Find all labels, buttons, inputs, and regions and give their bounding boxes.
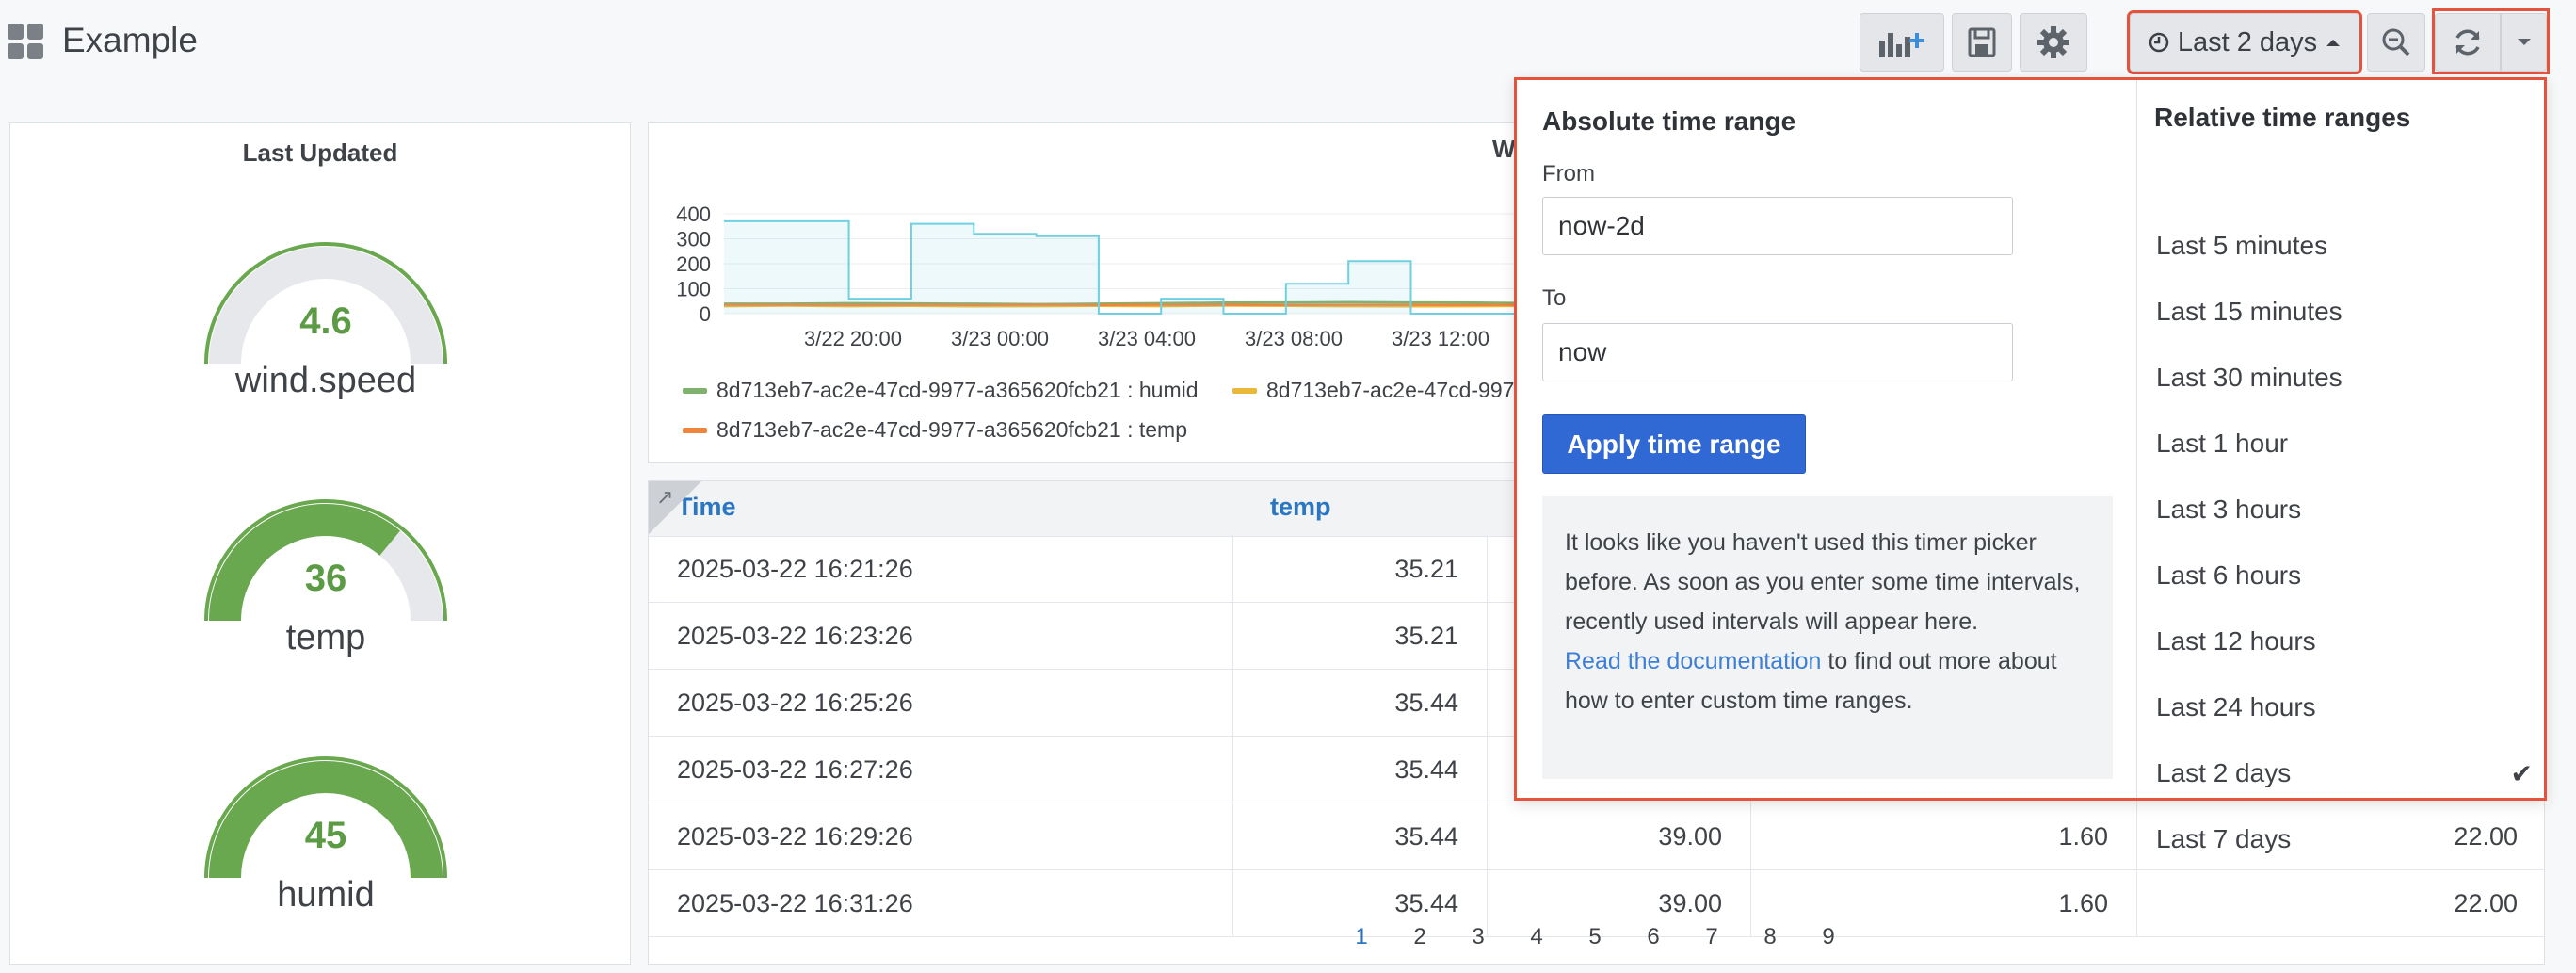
gauge-panel: Last Updated 4.6 wind.speed 36 temp 45 h…	[9, 122, 631, 965]
x-tick-label: 3/23 04:00	[1098, 327, 1196, 350]
table-cell: 35.21	[1232, 536, 1487, 602]
x-tick-label: 3/23 12:00	[1392, 327, 1489, 350]
table-cell: 2025-03-22 16:25:26	[677, 689, 913, 717]
page-link[interactable]: 8	[1741, 924, 1799, 950]
page-link[interactable]: 5	[1566, 924, 1624, 950]
relative-option[interactable]: Last 12 hours	[2156, 626, 2533, 657]
gauge-humid: 45 humid	[189, 713, 462, 915]
table-cell: 35.21	[1232, 603, 1487, 669]
page-link[interactable]: 6	[1624, 924, 1682, 950]
from-label: From	[1542, 161, 1595, 186]
table-cell: 35.44	[1232, 803, 1487, 869]
gauge-value: 4.6	[299, 300, 352, 342]
info-box: It looks like you haven't used this time…	[1542, 496, 2113, 779]
settings-button[interactable]	[2020, 13, 2087, 72]
legend-swatch	[1232, 387, 1257, 394]
y-tick-label: 400	[676, 203, 711, 226]
save-icon	[1968, 27, 1996, 57]
relative-option[interactable]: Last 6 hours	[2156, 560, 2533, 591]
absolute-heading: Absolute time range	[1542, 106, 1796, 136]
gauge-label: temp	[285, 618, 366, 657]
caret-down-icon	[2517, 39, 2531, 45]
documentation-link[interactable]: Read the documentation	[1565, 648, 1821, 674]
relative-option[interactable]: Last 24 hours	[2156, 692, 2533, 722]
table-cell: 35.44	[1232, 737, 1487, 803]
legend-swatch	[683, 427, 707, 433]
gauge-value: 36	[304, 558, 347, 599]
relative-option[interactable]: Last 7 days	[2156, 824, 2533, 854]
dashboard-title[interactable]: Example	[62, 21, 198, 60]
clock-icon	[2149, 32, 2169, 53]
relative-option[interactable]: Last 15 minutes	[2156, 297, 2533, 327]
to-input[interactable]	[1542, 323, 2013, 381]
relative-option[interactable]: Last 30 minutes	[2156, 363, 2533, 393]
y-tick-label: 200	[676, 252, 711, 276]
time-range-picker: Absolute time range From To Apply time r…	[1514, 77, 2548, 853]
gauge-arc	[204, 242, 447, 365]
dashboard-grid-icon[interactable]	[8, 24, 43, 59]
info-text: It looks like you haven't used this time…	[1565, 529, 2081, 635]
table-cell: 2025-03-22 16:31:26	[677, 889, 913, 917]
table-cell: 35.44	[1232, 670, 1487, 736]
table-cell: 2025-03-22 16:29:26	[677, 822, 913, 851]
gauge-label: humid	[277, 875, 375, 915]
table-cell: 22.00	[2136, 870, 2546, 936]
relative-option[interactable]: Last 1 hour	[2156, 429, 2533, 459]
page-link[interactable]: 2	[1391, 924, 1449, 950]
relative-option[interactable]: Last 2 days	[2156, 758, 2533, 788]
gauge-temp: 36 temp	[189, 456, 462, 657]
time-range-button[interactable]: Last 2 days	[2127, 10, 2362, 74]
add-panel-icon	[1879, 33, 1924, 57]
relative-time-ranges: Relative time ranges Last 5 minutes Last …	[2136, 80, 2548, 853]
legend-item-humid[interactable]: 8d713eb7-ac2e-47cd-9977-a365620fcb21 : h…	[683, 378, 1199, 403]
relative-option[interactable]: Last 5 minutes	[2156, 231, 2533, 261]
page-link[interactable]: 1	[1332, 924, 1391, 950]
table-cell: 2025-03-22 16:27:26	[677, 755, 913, 784]
page-link[interactable]: 3	[1449, 924, 1507, 950]
external-link-icon[interactable]: ↗	[656, 485, 673, 510]
gauge-label: wind.speed	[234, 361, 417, 400]
table-cell: 2025-03-22 16:21:26	[677, 555, 913, 583]
x-tick-label: 3/22 20:00	[804, 327, 902, 350]
legend-item-temp[interactable]: 8d713eb7-ac2e-47cd-9977-a365620fcb21 : t…	[683, 417, 1187, 443]
table-cell: 39.00	[1487, 803, 1750, 869]
x-tick-label: 3/23 08:00	[1245, 327, 1343, 350]
refresh-interval-dropdown[interactable]	[2501, 13, 2547, 72]
relative-heading: Relative time ranges	[2154, 103, 2411, 132]
pagination: 123456789	[1332, 924, 1858, 950]
page-link[interactable]: 9	[1799, 924, 1858, 950]
table-cell: 2025-03-22 16:23:26	[677, 622, 913, 650]
refresh-button[interactable]	[2435, 13, 2501, 72]
gauge-wind-speed: 4.6 wind.speed	[189, 199, 462, 400]
page-link[interactable]: 4	[1507, 924, 1566, 950]
gauge-value: 45	[304, 815, 347, 856]
absolute-time-range: Absolute time range From To Apply time r…	[1517, 80, 2136, 798]
save-dashboard-button[interactable]	[1952, 13, 2012, 72]
panel-title: Last Updated	[242, 138, 398, 167]
x-tick-label: 3/23 00:00	[951, 327, 1049, 350]
y-tick-label: 0	[700, 302, 711, 326]
gauge-arc	[204, 499, 447, 622]
time-range-label: Last 2 days	[2177, 26, 2318, 57]
gear-icon	[2037, 26, 2069, 58]
checkmark-icon: ✔	[2510, 759, 2533, 788]
table-cell: 1.60	[1750, 803, 2136, 869]
column-header-temp[interactable]: temp	[1270, 493, 1331, 522]
add-panel-button[interactable]	[1860, 13, 1944, 72]
relative-option[interactable]: Last 3 hours	[2156, 495, 2533, 525]
page-link[interactable]: 7	[1682, 924, 1741, 950]
caret-up-icon	[2326, 40, 2341, 46]
refresh-icon	[2455, 29, 2480, 56]
to-label: To	[1542, 285, 1567, 311]
zoom-out-button[interactable]	[2367, 13, 2425, 72]
zoom-out-icon	[2382, 28, 2410, 57]
legend-item-series-2[interactable]: 8d713eb7-ac2e-47cd-9977	[1232, 378, 1526, 403]
legend-swatch	[683, 387, 707, 394]
from-input[interactable]	[1542, 197, 2013, 255]
gauge-arc	[204, 756, 447, 879]
apply-time-range-button[interactable]: Apply time range	[1542, 414, 1806, 474]
y-tick-label: 300	[676, 228, 711, 251]
y-tick-label: 100	[676, 278, 711, 301]
